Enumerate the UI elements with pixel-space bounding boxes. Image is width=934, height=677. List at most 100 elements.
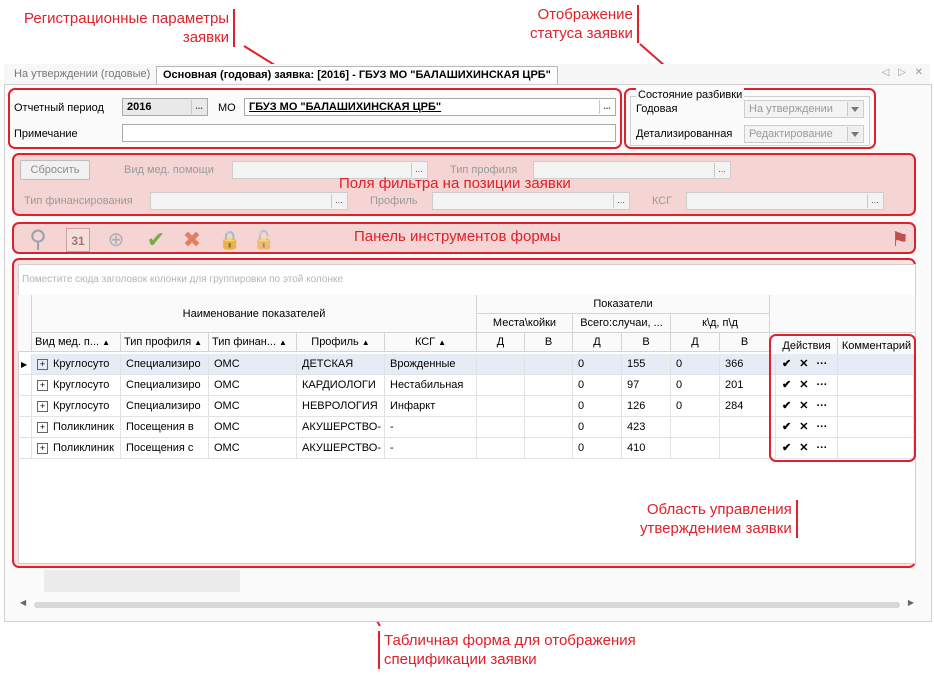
period-field[interactable]: 2016 ... <box>122 98 208 116</box>
table-cell[interactable]: Посещения в <box>121 417 209 438</box>
mo-picker-button[interactable]: ... <box>599 100 614 114</box>
table-cell[interactable]: 366 <box>720 354 770 375</box>
table-cell[interactable]: 0 <box>671 354 720 375</box>
preview-icon[interactable]: ⊕ <box>104 228 128 252</box>
table-cell[interactable]: + Поликлиник <box>32 417 121 438</box>
profile-picker-button[interactable]: ... <box>613 194 628 208</box>
row-indicator[interactable] <box>18 438 32 459</box>
table-cell[interactable]: НЕВРОЛОГИЯ <box>297 396 385 417</box>
unlock-icon[interactable]: 🔓 <box>252 228 276 252</box>
table-cell[interactable] <box>525 396 573 417</box>
col-profile-type[interactable]: Тип профиля ▲ <box>121 333 209 352</box>
col-places-v[interactable]: В <box>525 333 573 352</box>
profile-type-picker-button[interactable]: ... <box>714 163 729 177</box>
table-cell[interactable] <box>525 438 573 459</box>
table-cell[interactable]: Инфаркт <box>385 396 477 417</box>
table-cell[interactable]: 155 <box>622 354 671 375</box>
table-cell[interactable]: 97 <box>622 375 671 396</box>
horizontal-scrollbar[interactable]: ◀ ▶ <box>18 598 916 612</box>
table-cell[interactable]: Нестабильная <box>385 375 477 396</box>
col-kd-d[interactable]: Д <box>671 333 720 352</box>
calendar-icon[interactable]: 31 <box>66 228 90 252</box>
table-cell[interactable]: АКУШЕРСТВО- <box>297 417 385 438</box>
search-icon[interactable]: ⚲ <box>26 228 50 252</box>
profile-field[interactable]: ... <box>432 192 630 210</box>
tab-navigation-icons[interactable]: ◁ ▷ ✕ <box>882 67 926 78</box>
col-ksg[interactable]: КСГ ▲ <box>385 333 477 352</box>
table-cell[interactable]: + Круглосуто <box>32 354 121 375</box>
chevron-down-icon[interactable] <box>847 127 862 141</box>
table-cell[interactable]: 423 <box>622 417 671 438</box>
table-cell[interactable]: ОМС <box>209 396 297 417</box>
table-cell[interactable] <box>477 396 525 417</box>
table-cell[interactable]: 284 <box>720 396 770 417</box>
ksg-picker-button[interactable]: ... <box>867 194 882 208</box>
table-cell[interactable]: 201 <box>720 375 770 396</box>
finance-type-picker-button[interactable]: ... <box>331 194 346 208</box>
table-cell[interactable] <box>477 375 525 396</box>
table-cell[interactable] <box>525 417 573 438</box>
expand-row-icon[interactable]: + <box>37 442 48 454</box>
table-cell[interactable]: 0 <box>573 354 622 375</box>
chevron-down-icon[interactable] <box>847 102 862 116</box>
table-cell[interactable]: Врожденные <box>385 354 477 375</box>
table-cell[interactable]: ОМС <box>209 438 297 459</box>
table-cell[interactable]: АКУШЕРСТВО- <box>297 438 385 459</box>
table-cell[interactable] <box>720 438 770 459</box>
table-cell[interactable]: 0 <box>671 396 720 417</box>
scroll-right-icon[interactable]: ▶ <box>908 598 914 607</box>
flag-icon[interactable]: ⚑ <box>888 228 912 252</box>
row-indicator[interactable] <box>18 417 32 438</box>
finance-type-field[interactable]: ... <box>150 192 348 210</box>
tab-main-request[interactable]: Основная (годовая) заявка: [2016] - ГБУЗ… <box>156 66 558 85</box>
table-cell[interactable] <box>525 354 573 375</box>
row-indicator[interactable] <box>18 375 32 396</box>
table-cell[interactable] <box>525 375 573 396</box>
table-cell[interactable] <box>671 417 720 438</box>
lock-icon[interactable]: 🔒 <box>218 228 242 252</box>
mo-field[interactable]: ГБУЗ МО "БАЛАШИХИНСКАЯ ЦРБ" ... <box>244 98 616 116</box>
table-cell[interactable]: ДЕТСКАЯ <box>297 354 385 375</box>
table-cell[interactable]: + Круглосуто <box>32 375 121 396</box>
expand-row-icon[interactable]: + <box>37 400 48 412</box>
col-total-v[interactable]: В <box>622 333 671 352</box>
tab-pending-approval[interactable]: На утверждении (годовые) <box>8 66 156 83</box>
expand-row-icon[interactable]: + <box>37 379 48 391</box>
ksg-field[interactable]: ... <box>686 192 884 210</box>
col-places-d[interactable]: Д <box>477 333 525 352</box>
table-cell[interactable]: ОМС <box>209 375 297 396</box>
col-finance-type[interactable]: Тип финан... ▲ <box>209 333 297 352</box>
table-cell[interactable]: 126 <box>622 396 671 417</box>
table-cell[interactable]: ОМС <box>209 354 297 375</box>
scroll-left-icon[interactable]: ◀ <box>20 598 26 607</box>
table-cell[interactable] <box>477 438 525 459</box>
table-cell[interactable]: 410 <box>622 438 671 459</box>
expand-row-icon[interactable]: + <box>37 358 48 370</box>
table-cell[interactable]: Специализиро <box>121 354 209 375</box>
table-cell[interactable]: Посещения с <box>121 438 209 459</box>
scrollbar-thumb[interactable] <box>34 602 900 608</box>
table-cell[interactable]: КАРДИОЛОГИ <box>297 375 385 396</box>
table-cell[interactable] <box>477 417 525 438</box>
annual-status-select[interactable]: На утверждении <box>744 100 864 118</box>
col-total-d[interactable]: Д <box>573 333 622 352</box>
table-cell[interactable]: - <box>385 438 477 459</box>
period-picker-button[interactable]: ... <box>191 100 206 114</box>
row-indicator[interactable]: ▶ <box>18 354 32 375</box>
table-cell[interactable]: 0 <box>573 417 622 438</box>
table-cell[interactable]: 0 <box>671 375 720 396</box>
group-by-panel[interactable]: Поместите сюда заголовок колонки для гру… <box>18 268 902 292</box>
table-cell[interactable]: + Поликлиник <box>32 438 121 459</box>
check-icon[interactable]: ✔ <box>144 228 168 252</box>
table-cell[interactable]: ОМС <box>209 417 297 438</box>
col-profile[interactable]: Профиль ▲ <box>297 333 385 352</box>
table-cell[interactable] <box>671 438 720 459</box>
expand-row-icon[interactable]: + <box>37 421 48 433</box>
table-cell[interactable]: 0 <box>573 396 622 417</box>
detailed-status-select[interactable]: Редактирование <box>744 125 864 143</box>
table-cell[interactable]: 0 <box>573 375 622 396</box>
table-cell[interactable]: - <box>385 417 477 438</box>
table-cell[interactable]: 0 <box>573 438 622 459</box>
cross-icon[interactable]: ✖ <box>180 228 204 252</box>
row-indicator[interactable] <box>18 396 32 417</box>
